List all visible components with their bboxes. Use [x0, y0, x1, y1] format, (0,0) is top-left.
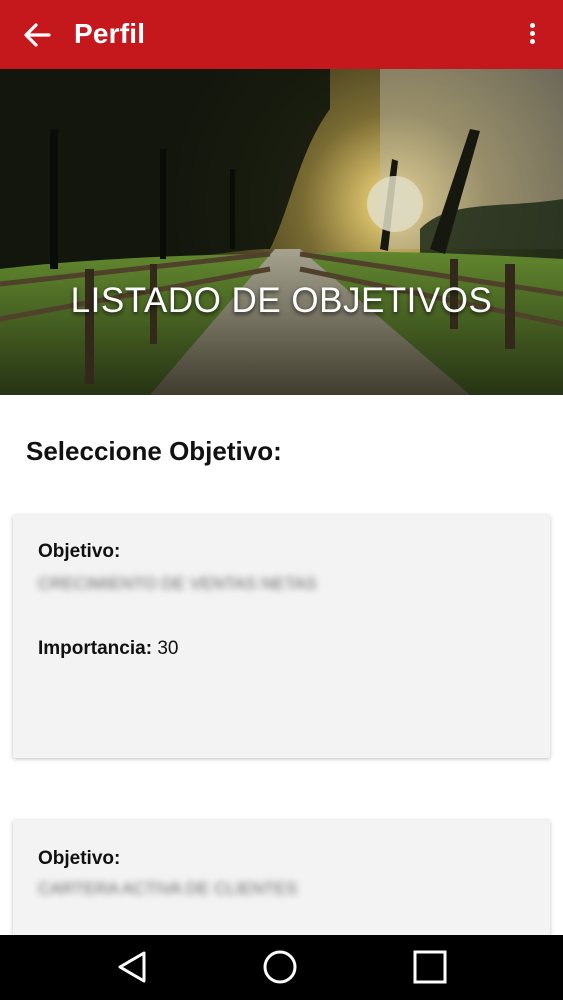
back-button[interactable]	[22, 20, 52, 50]
nav-recents-button[interactable]	[412, 949, 448, 985]
objective-value: CRECIMIENTO DE VENTAS NETAS	[38, 574, 317, 593]
importance-row: Importancia: 30	[38, 638, 178, 660]
hero-banner: LISTADO DE OBJETIVOS	[0, 69, 563, 395]
objective-card[interactable]: Objetivo: CRECIMIENTO DE VENTAS NETAS Im…	[13, 515, 550, 758]
more-vert-icon	[529, 23, 535, 28]
hero-title: LISTADO DE OBJETIVOS	[70, 281, 493, 320]
section-title: Seleccione Objetivo:	[26, 436, 282, 466]
importance-value: 30	[157, 638, 179, 659]
nav-back-button[interactable]	[114, 949, 150, 985]
importance-label: Importancia:	[38, 638, 153, 659]
overflow-menu-button[interactable]	[527, 20, 537, 50]
app-bar: Perfil	[0, 0, 563, 69]
objective-label: Objetivo:	[38, 541, 121, 562]
arrow-left-icon	[24, 23, 51, 47]
app-bar-title: Perfil	[74, 18, 146, 49]
objective-value: CARTERA ACTIVA DE CLIENTES	[38, 879, 298, 898]
objective-label: Objetivo:	[38, 848, 121, 869]
nav-back-icon	[118, 951, 146, 983]
nav-home-button[interactable]	[262, 949, 298, 985]
hero-landscape-image	[0, 69, 563, 395]
nav-home-icon	[263, 950, 297, 984]
nav-recents-icon	[413, 950, 447, 984]
system-navigation-bar	[0, 935, 563, 1000]
